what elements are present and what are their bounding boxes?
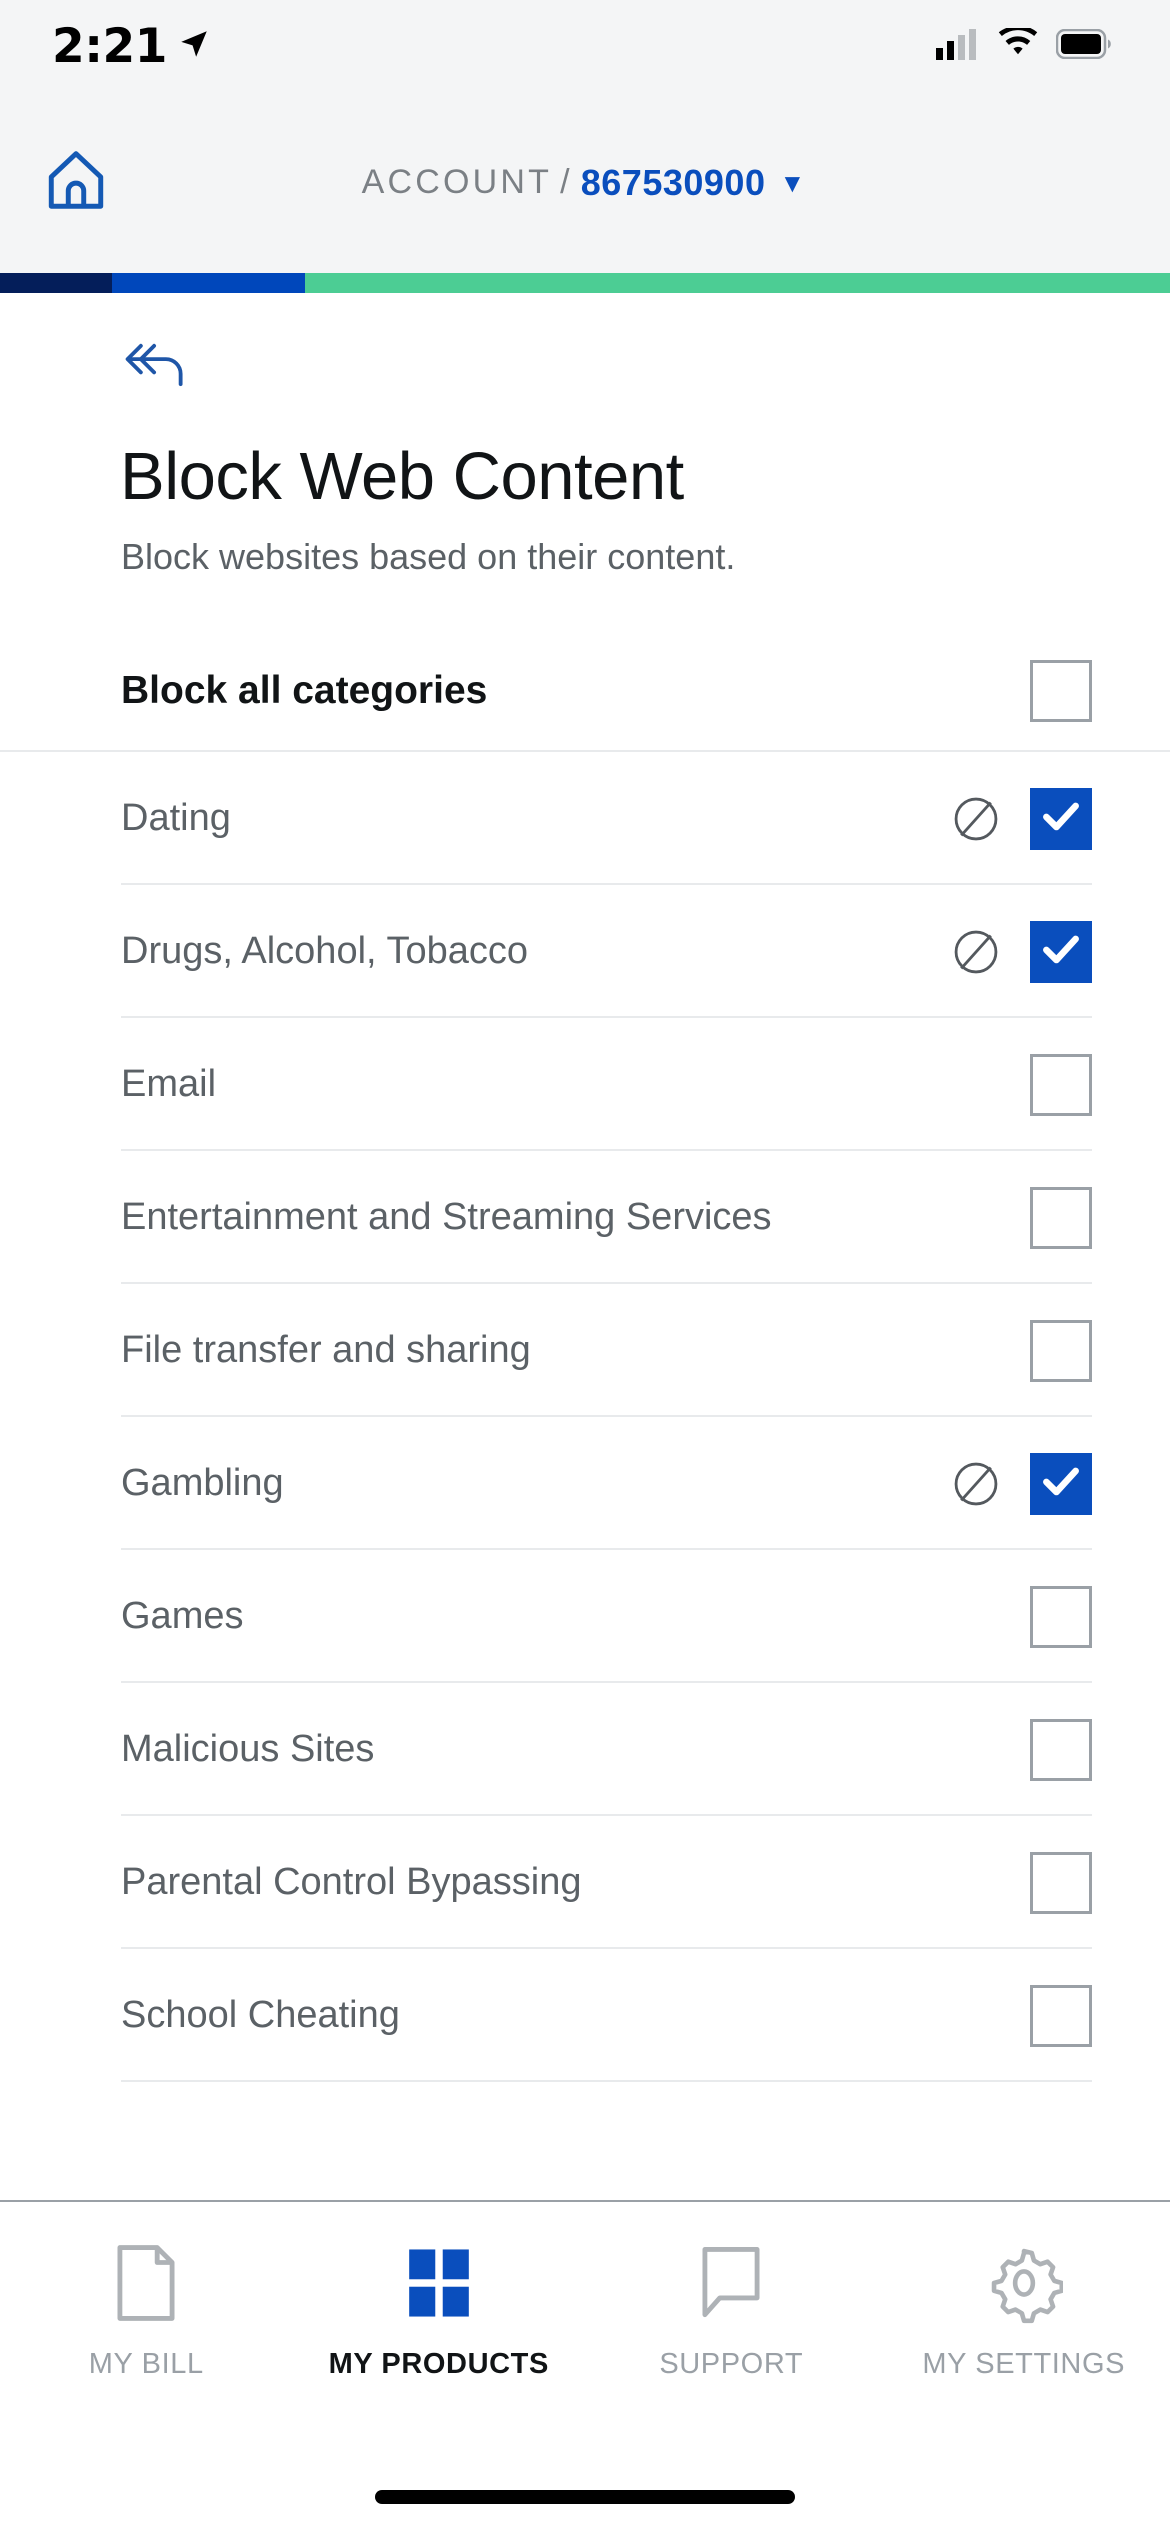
- brand-bar-green: [305, 273, 1170, 293]
- block-all-categories-checkbox[interactable]: [1030, 660, 1092, 722]
- category-label: School Cheating: [121, 1994, 400, 2036]
- phone-screen: 2:21 ACCOUNT / 867530900 ▼ Block Web Con…: [0, 0, 1170, 2532]
- category-checkbox[interactable]: [1030, 1053, 1092, 1116]
- chevron-down-icon[interactable]: ▼: [779, 170, 808, 196]
- category-row[interactable]: Drugs, Alcohol, Tobacco: [0, 885, 1170, 1018]
- wifi-icon: [996, 25, 1040, 65]
- account-label: ACCOUNT: [361, 163, 553, 201]
- category-controls: [950, 787, 1092, 850]
- category-controls: [1030, 1851, 1092, 1914]
- category-checkbox[interactable]: [1030, 1186, 1092, 1249]
- gear-icon: [985, 2242, 1063, 2324]
- category-checkbox[interactable]: [1030, 920, 1092, 983]
- category-controls: [1030, 1984, 1092, 2047]
- account-separator: /: [560, 163, 573, 201]
- tab-my-bill[interactable]: MY BILL: [0, 2242, 293, 2381]
- tab-my-settings[interactable]: MY SETTINGS: [878, 2242, 1170, 2381]
- check-icon: [1039, 927, 1083, 976]
- speech-bubble-icon: [693, 2242, 769, 2324]
- category-row[interactable]: Email: [0, 1018, 1170, 1151]
- status-bar-clock: 2:21: [52, 18, 167, 74]
- category-controls: [1030, 1053, 1092, 1116]
- home-button[interactable]: [40, 147, 112, 219]
- back-double-chevron-icon: [118, 337, 202, 398]
- page-title: Block Web Content: [120, 439, 684, 514]
- category-label: Dating: [121, 797, 231, 839]
- block-all-categories-row[interactable]: Block all categories: [0, 632, 1170, 752]
- back-button[interactable]: [118, 335, 210, 399]
- location-arrow-icon: [177, 27, 211, 66]
- category-label: Drugs, Alcohol, Tobacco: [121, 930, 528, 972]
- brand-bar-blue: [112, 273, 305, 293]
- category-row[interactable]: Parental Control Bypassing: [0, 1816, 1170, 1949]
- category-checkbox[interactable]: [1030, 787, 1092, 850]
- category-checkbox[interactable]: [1030, 1718, 1092, 1781]
- category-label: Email: [121, 1063, 217, 1105]
- brand-color-bar: [0, 273, 1170, 293]
- status-bar: 2:21: [0, 0, 1170, 92]
- category-row[interactable]: Gambling: [0, 1417, 1170, 1550]
- category-row[interactable]: File transfer and sharing: [0, 1284, 1170, 1417]
- category-controls: [1030, 1319, 1092, 1382]
- category-row[interactable]: Malicious Sites: [0, 1683, 1170, 1816]
- tab-my-products[interactable]: MY PRODUCTS: [293, 2242, 586, 2381]
- category-row[interactable]: Games: [0, 1550, 1170, 1683]
- bottom-tab-bar: MY BILL MY PRODUCTS SUPPORT MY SETTINGS: [0, 2200, 1170, 2532]
- blocked-circle-icon: [950, 1458, 1002, 1510]
- account-header: ACCOUNT / 867530900 ▼: [0, 92, 1170, 273]
- category-controls: [950, 920, 1092, 983]
- check-icon: [1039, 794, 1083, 843]
- category-label: Games: [121, 1595, 244, 1637]
- home-icon: [42, 146, 110, 219]
- category-controls: [1030, 1585, 1092, 1648]
- back-row: [0, 293, 1170, 399]
- brand-bar-navy: [0, 273, 112, 293]
- category-controls: [1030, 1718, 1092, 1781]
- status-bar-right: [936, 25, 1112, 65]
- page-content: Block Web Content Block websites based o…: [0, 293, 1170, 2082]
- category-checkbox[interactable]: [1030, 1851, 1092, 1914]
- grid-squares-icon: [401, 2242, 477, 2324]
- battery-icon: [1055, 28, 1112, 64]
- category-checkbox[interactable]: [1030, 1452, 1092, 1515]
- blocked-circle-icon: [950, 926, 1002, 978]
- category-label: Malicious Sites: [121, 1728, 375, 1770]
- category-row[interactable]: School Cheating: [0, 1949, 1170, 2082]
- account-number: 867530900: [580, 161, 766, 203]
- account-switcher[interactable]: ACCOUNT / 867530900 ▼: [0, 162, 1170, 204]
- category-controls: [950, 1452, 1092, 1515]
- check-icon: [1039, 1459, 1083, 1508]
- category-row[interactable]: Entertainment and Streaming Services: [0, 1151, 1170, 1284]
- category-checkbox[interactable]: [1030, 1319, 1092, 1382]
- tab-label-support: SUPPORT: [659, 2348, 804, 2380]
- home-indicator[interactable]: [375, 2490, 795, 2504]
- category-label: Parental Control Bypassing: [121, 1861, 582, 1903]
- category-controls: [1030, 1186, 1092, 1249]
- page-subtitle: Block websites based on their content.: [121, 536, 736, 577]
- category-row[interactable]: Dating: [0, 752, 1170, 885]
- category-list: Dating Drugs, Alcohol, Tobacco Email Entert…: [0, 752, 1170, 2082]
- tab-label-my-products: MY PRODUCTS: [328, 2348, 549, 2380]
- tab-support[interactable]: SUPPORT: [585, 2242, 878, 2381]
- status-bar-left: 2:21: [52, 19, 211, 74]
- category-checkbox[interactable]: [1030, 1585, 1092, 1648]
- category-label: File transfer and sharing: [121, 1329, 531, 1371]
- category-checkbox[interactable]: [1030, 1984, 1092, 2047]
- tab-label-my-settings: MY SETTINGS: [922, 2348, 1126, 2380]
- block-all-categories-label: Block all categories: [121, 669, 488, 712]
- category-label: Gambling: [121, 1462, 284, 1504]
- tab-items: MY BILL MY PRODUCTS SUPPORT MY SETTINGS: [0, 2202, 1170, 2381]
- tab-label-my-bill: MY BILL: [88, 2348, 204, 2380]
- blocked-circle-icon: [950, 793, 1002, 845]
- document-icon: [107, 2242, 185, 2324]
- category-label: Entertainment and Streaming Services: [121, 1196, 772, 1238]
- cellular-signal-icon: [936, 28, 980, 65]
